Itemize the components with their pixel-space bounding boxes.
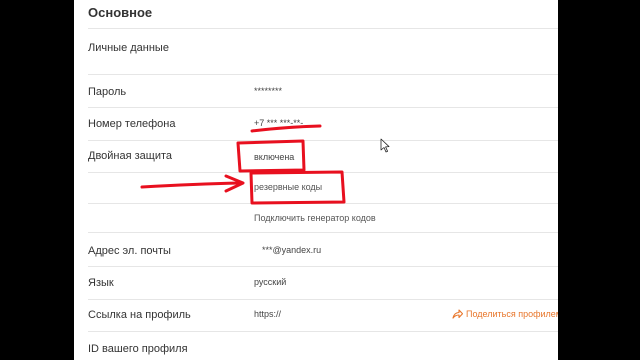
two-factor-status[interactable]: включена [254, 152, 294, 162]
divider [88, 331, 558, 332]
share-profile-button[interactable]: Поделиться профилем [452, 309, 558, 319]
divider [88, 232, 558, 233]
share-profile-label: Поделиться профилем [466, 309, 558, 319]
profile-link-value[interactable]: https:// [254, 309, 281, 319]
code-generator-link[interactable]: Подключить генератор кодов [254, 213, 376, 223]
label-language: Язык [88, 277, 114, 289]
backup-codes-link[interactable]: резервные коды [254, 182, 322, 192]
label-email: Адрес эл. почты [88, 245, 171, 257]
settings-panel: Основное Личные данные Пароль ******** Н… [74, 0, 558, 360]
label-phone: Номер телефона [88, 118, 176, 130]
language-value[interactable]: русский [254, 277, 286, 287]
divider [88, 74, 558, 75]
label-profile-id: ID вашего профиля [88, 343, 188, 355]
label-password: Пароль [88, 86, 127, 98]
label-profile-link: Ссылка на профиль [88, 309, 191, 321]
divider [88, 266, 558, 267]
password-value[interactable]: ******** [254, 86, 282, 96]
divider [88, 107, 558, 108]
label-personal-data[interactable]: Личные данные [88, 42, 169, 54]
divider [88, 203, 558, 204]
share-arrow-icon [452, 309, 463, 319]
divider [88, 140, 558, 141]
label-two-factor: Двойная защита [88, 150, 173, 162]
divider [88, 299, 558, 300]
divider [88, 28, 558, 29]
divider [88, 172, 558, 173]
phone-value[interactable]: +7 *** ***-**- [254, 118, 303, 128]
email-value[interactable]: ***@yandex.ru [262, 245, 321, 255]
section-title: Основное [88, 5, 153, 20]
